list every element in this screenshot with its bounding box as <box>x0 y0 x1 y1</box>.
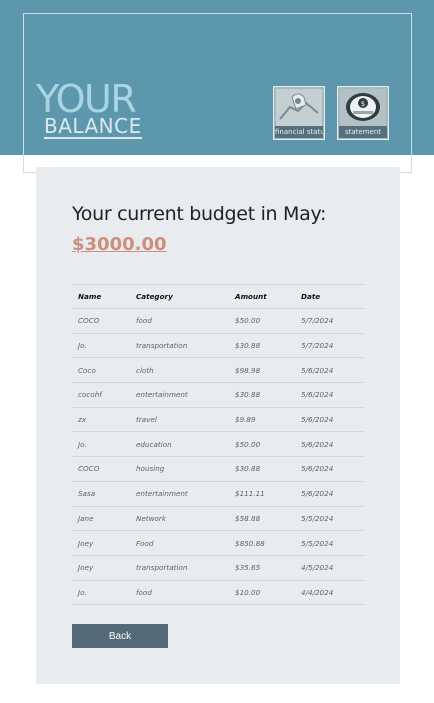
cell-name: Jo. <box>72 431 130 457</box>
cell-name: Sasa <box>72 480 130 506</box>
cell-amount: $58.88 <box>229 505 295 531</box>
logo[interactable]: YOUR BALANCE <box>36 80 156 140</box>
cell-name: Jo. <box>72 579 130 606</box>
statement-button[interactable]: $ statement <box>337 86 389 140</box>
budget-card: Your current budget in May: $3000.00 Nam… <box>36 167 400 684</box>
cell-category: Food <box>130 530 229 556</box>
financial-status-label: financial status <box>275 126 323 138</box>
table-row: Jo. transportation $30.88 5/7/2024 <box>72 332 365 358</box>
cell-category: food <box>130 579 229 606</box>
cell-date: 5/7/2024 <box>295 332 365 358</box>
cell-category: cloth <box>130 357 229 383</box>
back-button[interactable]: Back <box>72 624 168 648</box>
table-row: Coco cloth $98.98 5/6/2024 <box>72 357 365 383</box>
cell-name: COCO <box>72 308 130 334</box>
cell-name: Joey <box>72 530 130 556</box>
cell-category: transportation <box>130 332 229 358</box>
cell-amount: $98.98 <box>229 357 295 383</box>
financial-status-button[interactable]: financial status <box>273 86 325 140</box>
table-header-row: Name Category Amount Date <box>72 284 365 309</box>
cell-amount: $10.00 <box>229 579 295 606</box>
cell-date: 5/6/2024 <box>295 357 365 383</box>
cell-amount: $30.88 <box>229 456 295 482</box>
table-row: COCO food $50.00 5/7/2024 <box>72 308 365 334</box>
cell-date: 5/6/2024 <box>295 406 365 432</box>
cell-name: Jo. <box>72 332 130 358</box>
cell-amount: $50.00 <box>229 308 295 334</box>
money-bag-icon: $ <box>340 89 386 127</box>
table-row: Sasa entertainment $111.11 5/6/2024 <box>72 480 365 506</box>
cell-category: entertainment <box>130 382 229 408</box>
column-header-amount: Amount <box>229 284 295 309</box>
budget-title: Your current budget in May: <box>72 203 327 225</box>
cell-date: 5/6/2024 <box>295 456 365 482</box>
cell-amount: $50.00 <box>229 431 295 457</box>
cell-date: 5/6/2024 <box>295 431 365 457</box>
cell-date: 4/4/2024 <box>295 579 365 606</box>
cell-amount: $30.88 <box>229 332 295 358</box>
svg-text:$: $ <box>361 100 365 108</box>
transactions-table: Name Category Amount Date COCO food $50.00… <box>72 284 365 606</box>
cell-amount: $111.11 <box>229 480 295 506</box>
table-row: cocohf entertainment $30.88 5/6/2024 <box>72 382 365 408</box>
cell-name: Coco <box>72 357 130 383</box>
cell-category: transportation <box>130 554 229 581</box>
cell-category: housing <box>130 456 229 482</box>
table-row: Joey transportation $35.65 4/5/2024 <box>72 554 365 581</box>
cell-date: 5/7/2024 <box>295 308 365 334</box>
cell-name: COCO <box>72 456 130 482</box>
cell-category: food <box>130 308 229 334</box>
column-header-category: Category <box>130 284 229 309</box>
logo-balance-text: BALANCE <box>44 114 142 139</box>
statement-label: statement <box>339 126 387 138</box>
logo-your-text: YOUR <box>36 77 137 121</box>
cell-date: 5/5/2024 <box>295 530 365 556</box>
cell-date: 5/6/2024 <box>295 480 365 506</box>
cell-name: cocohf <box>72 382 130 408</box>
cell-amount: $35.65 <box>229 554 295 581</box>
handshake-icon <box>276 89 322 127</box>
cell-category: Network <box>130 505 229 531</box>
table-row: COCO housing $30.88 5/6/2024 <box>72 456 365 482</box>
table-row: Jane Network $58.88 5/5/2024 <box>72 505 365 531</box>
cell-date: 5/6/2024 <box>295 382 365 408</box>
cell-name: Jane <box>72 505 130 531</box>
column-header-name: Name <box>72 284 130 309</box>
cell-category: travel <box>130 406 229 432</box>
table-row: Jo. education $50.00 5/6/2024 <box>72 431 365 457</box>
table-row: Jo. food $10.00 4/4/2024 <box>72 579 365 606</box>
cell-amount: $850.88 <box>229 530 295 556</box>
cell-name: zx <box>72 406 130 432</box>
table-row: Joey Food $850.88 5/5/2024 <box>72 530 365 556</box>
app-header: YOUR BALANCE financial status $ state <box>0 0 434 173</box>
cell-category: education <box>130 431 229 457</box>
cell-name: Joey <box>72 554 130 581</box>
cell-date: 5/5/2024 <box>295 505 365 531</box>
table-row: zx travel $9.89 5/6/2024 <box>72 406 365 432</box>
cell-amount: $9.89 <box>229 406 295 432</box>
cell-category: entertainment <box>130 480 229 506</box>
cell-date: 4/5/2024 <box>295 554 365 581</box>
column-header-date: Date <box>295 284 365 309</box>
cell-amount: $30.88 <box>229 382 295 408</box>
budget-amount: $3000.00 <box>72 234 167 255</box>
